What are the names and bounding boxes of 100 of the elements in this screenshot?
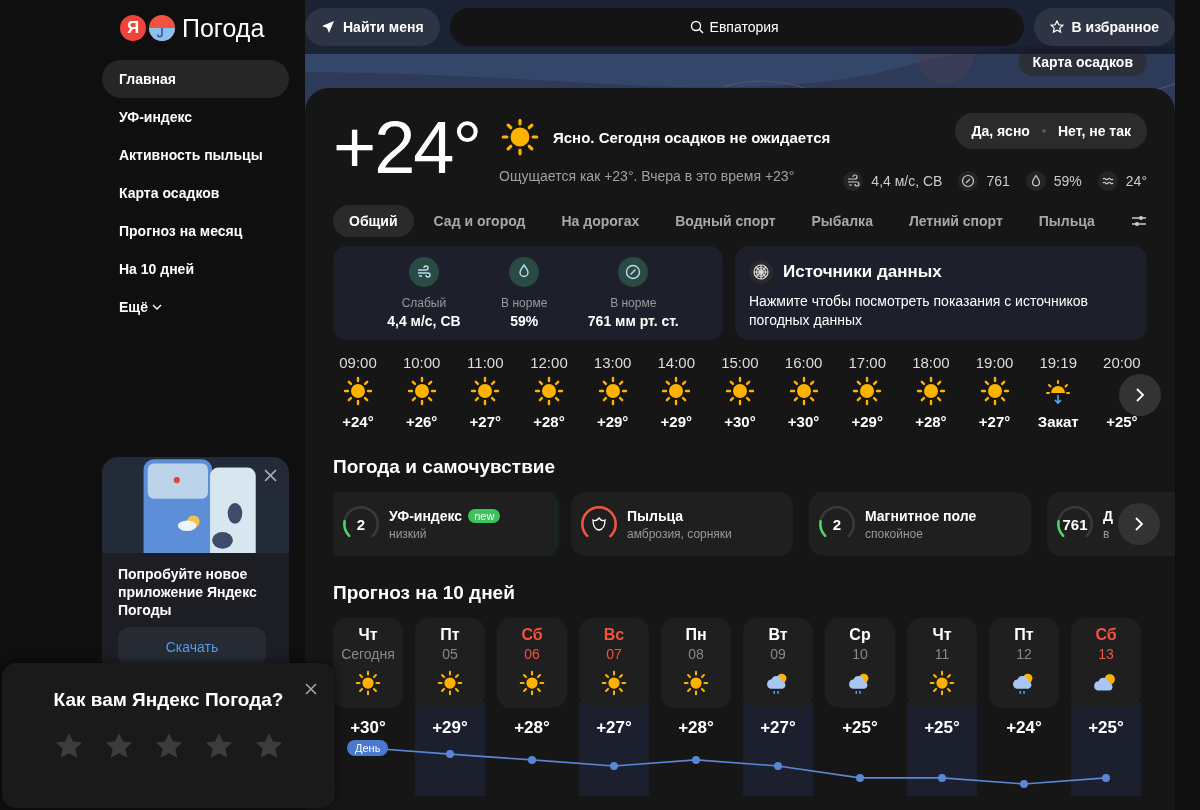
day-card[interactable]: Ср 10 [825, 618, 895, 708]
sun-icon [353, 668, 383, 698]
day-card[interactable]: Пт 05 [415, 618, 485, 708]
hour-temperature: +28° [915, 413, 947, 430]
date: 12 [1016, 646, 1032, 662]
day-card[interactable]: Вс 07 [579, 618, 649, 708]
star-icon [1049, 20, 1064, 34]
no-button[interactable]: Нет, не так [1045, 123, 1143, 139]
yes-button[interactable]: Да, ясно [959, 123, 1042, 139]
sources-card[interactable]: Источники данных Нажмите чтобы посмотреть показания с источников погодных данных [735, 246, 1147, 340]
feels-like-text: Ощущается как +23°. Вчера в это время +23° [499, 168, 796, 184]
date: 05 [442, 646, 458, 662]
favorite-button[interactable]: В избранное [1033, 8, 1175, 46]
sidebar-item[interactable]: На 10 дней [102, 250, 289, 288]
section-title: Прогноз на 10 дней [333, 582, 516, 604]
day-card[interactable]: Чт 11 [907, 618, 977, 708]
date: 09 [770, 646, 786, 662]
locate-button[interactable]: Найти меня [305, 8, 440, 46]
logo-mark: Я [120, 15, 146, 41]
sun-icon [599, 668, 629, 698]
sidebar-item[interactable]: Карта осадков [102, 174, 289, 212]
tab[interactable]: Летний спорт [892, 205, 1019, 237]
day-card[interactable]: Пн 08 [661, 618, 731, 708]
sources-title: Источники данных [783, 262, 942, 282]
pressure-icon [958, 171, 979, 191]
tab[interactable]: На дорогах [545, 205, 656, 237]
hour-temperature: +29° [851, 413, 883, 430]
tab[interactable]: Водный спорт [659, 205, 792, 237]
sun-icon [723, 375, 756, 407]
date: Сегодня [341, 646, 395, 662]
day-card[interactable]: Чт Сегодня [333, 618, 403, 708]
chevron-right-icon [1134, 517, 1144, 531]
wellbeing-card[interactable]: 2 УФ-индекс new низкий [333, 492, 555, 556]
wind-icon [843, 171, 864, 191]
wellbeing-card[interactable]: 2 Магнитное поле спокойное [809, 492, 1031, 556]
sidebar-item[interactable]: УФ-индекс [102, 98, 289, 136]
humidity-icon [509, 257, 540, 287]
hour-time: 09:00 [339, 354, 377, 371]
card-title: Магнитное поле [865, 507, 977, 524]
close-icon[interactable] [264, 469, 277, 482]
sidebar-item[interactable]: Активность пыльцы [102, 136, 289, 174]
card-subtitle: амброзия, сорняки [627, 526, 732, 541]
pressure-icon [618, 257, 649, 287]
weekday: Пт [440, 626, 460, 644]
day-card[interactable]: Сб 13 [1071, 618, 1141, 708]
day-temperature: +30° [350, 718, 386, 738]
hour-time: 20:00 [1103, 354, 1141, 371]
sun-icon [469, 375, 502, 407]
card-subtitle: в [1103, 526, 1111, 541]
sidebar-item[interactable]: Главная [102, 60, 289, 98]
date: 06 [524, 646, 540, 662]
chevron-right-icon [1135, 388, 1145, 402]
detail-label: В норме [501, 296, 548, 310]
weekday: Чт [358, 626, 378, 644]
metric-value: 24° [1125, 173, 1147, 189]
sun-icon [914, 375, 947, 407]
sun-icon [596, 375, 629, 407]
hour-time: 16:00 [784, 354, 823, 371]
detail-label: Слабый [401, 296, 447, 310]
hour-time: 13:00 [593, 354, 632, 371]
day-card[interactable]: Вт 09 [743, 618, 813, 708]
gauge-value: 761 [1062, 515, 1088, 533]
hour-temperature: +28° [533, 413, 565, 430]
detail-value: 59% [510, 313, 539, 329]
card-subtitle: низкий [389, 526, 428, 541]
hour-time: 18:00 [912, 354, 950, 371]
day-temperature: +27° [596, 718, 632, 738]
wellbeing-card[interactable]: Пыльца амброзия, сорняки [571, 492, 793, 556]
sun-icon [660, 375, 693, 407]
tab[interactable]: Рыбалка [795, 205, 889, 237]
weekday: Сб [1095, 626, 1117, 644]
swirl-icon [749, 260, 773, 284]
promo-text: Попробуйте новое приложение Яндекс Погоды [118, 565, 258, 619]
search-input[interactable]: Евпатория [709, 19, 784, 35]
hour-temperature: +27° [469, 413, 502, 430]
day-card[interactable]: Сб 06 [497, 618, 567, 708]
sidebar-item[interactable]: Прогноз на месяц [102, 212, 289, 250]
day-temperature: +29° [432, 718, 468, 738]
search-field[interactable]: Евпатория [449, 8, 1024, 46]
date: 10 [852, 646, 868, 662]
next-button[interactable] [1119, 374, 1161, 416]
tab[interactable]: Общий [333, 205, 414, 237]
hour-time: 12:00 [530, 354, 568, 371]
sidebar-item[interactable]: Ещё [102, 288, 289, 326]
water-icon [1097, 171, 1118, 191]
day-temperature: +28° [514, 718, 550, 738]
tab[interactable]: Сад и огород [417, 205, 542, 237]
detail-value: 4,4 м/с, СВ [387, 313, 461, 329]
sun-icon [787, 375, 820, 407]
sun-icon [405, 375, 438, 407]
chart-label: День [347, 740, 389, 756]
metric-value: 761 [986, 173, 1010, 189]
close-icon[interactable] [305, 683, 317, 695]
day-card[interactable]: Пт 12 [989, 618, 1059, 708]
hour-time: 17:00 [848, 354, 886, 371]
settings-icon[interactable] [1131, 214, 1147, 228]
rating-title: Как вам Яндекс Погода? [53, 689, 284, 711]
wind-icon [408, 257, 439, 287]
sun-icon [517, 668, 547, 698]
tab[interactable]: Пыльца [1022, 205, 1111, 237]
